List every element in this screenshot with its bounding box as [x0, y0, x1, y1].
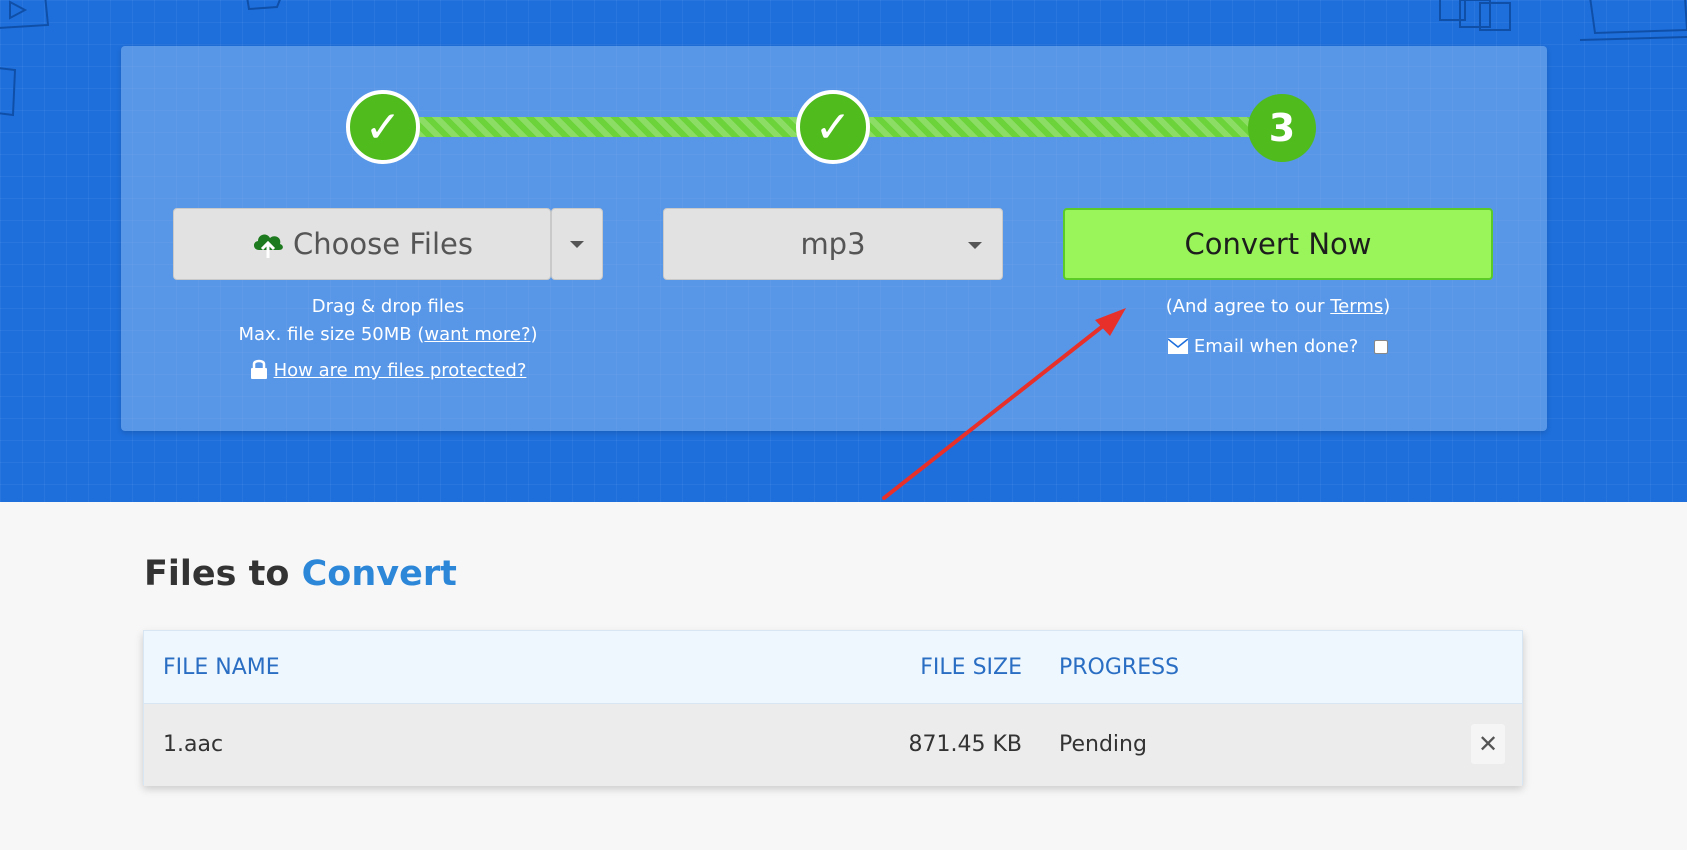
- annotation-arrow: [882, 308, 1126, 500]
